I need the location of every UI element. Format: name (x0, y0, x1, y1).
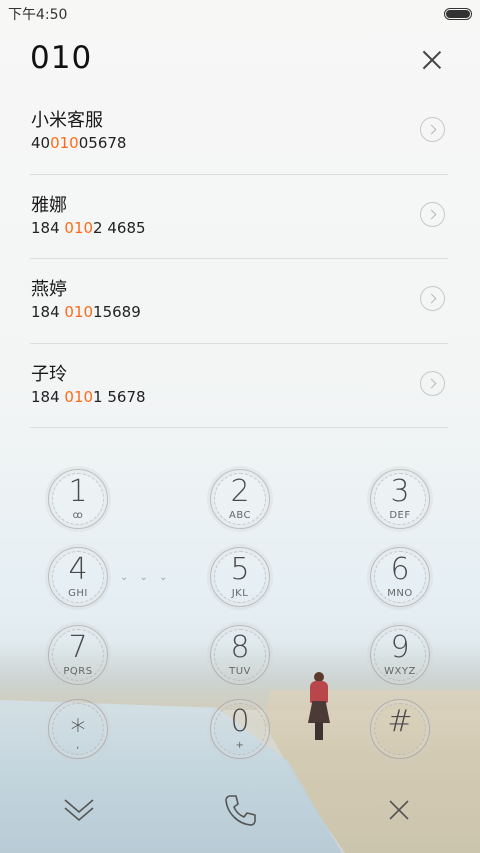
key-digit: 0 (230, 704, 250, 739)
call-button[interactable] (220, 790, 260, 830)
key-digit: 2 (230, 474, 250, 509)
contact-result-row[interactable]: 燕婷 184 01015689 (30, 259, 448, 344)
key-digit: 8 (230, 630, 250, 665)
key-letters: GHI (68, 588, 88, 599)
number-segment: 40 (31, 134, 51, 152)
key-digit-11[interactable]: # (370, 696, 430, 762)
contact-name: 燕婷 (31, 279, 67, 300)
key-letters: WXYZ (384, 666, 416, 677)
close-search-button[interactable] (414, 42, 450, 78)
contact-number: 184 0101 5678 (31, 388, 146, 406)
key-digit: 9 (390, 630, 410, 665)
key-digit-1[interactable]: 2 ABC (210, 466, 270, 532)
matched-digits: 010 (50, 134, 79, 152)
key-digit: ⁎ (70, 704, 86, 739)
key-digit-7[interactable]: 8 TUV (210, 622, 270, 688)
key-voicemail-icon[interactable]: 1ꝏ (48, 466, 108, 532)
contact-result-row[interactable]: 子玲 184 0101 5678 (30, 344, 448, 428)
key-letters: JKL (231, 588, 249, 599)
key-digit-6[interactable]: 7 PQRS (48, 622, 108, 688)
key-digit-2[interactable]: 3 DEF (370, 466, 430, 532)
phone-icon (225, 795, 256, 826)
status-bar: 下午4:50 (0, 0, 480, 28)
collapse-keypad-button[interactable] (59, 790, 99, 830)
key-digit: # (387, 704, 413, 739)
key-letters: ABC (228, 510, 251, 521)
key-digit-4[interactable]: 5 JKL (210, 544, 270, 610)
number-segment: 184 (31, 387, 65, 406)
contact-result-row[interactable]: 小米客服 4001005678 (30, 90, 448, 175)
key-digit: 7 (68, 630, 88, 665)
delete-digit-button[interactable] (379, 790, 419, 830)
dialer-action-bar (0, 780, 480, 840)
number-segment: 184 (31, 303, 65, 321)
close-icon (389, 800, 409, 820)
key-star-key[interactable]: ⁎, (48, 696, 108, 762)
matched-digits: 010 (64, 387, 94, 406)
contact-detail-chevron-icon[interactable] (420, 370, 445, 396)
key-letters: + (235, 740, 245, 751)
contact-detail-chevron-icon[interactable] (420, 286, 445, 311)
matched-digits: 010 (64, 303, 94, 321)
contact-number: 184 0102 4685 (31, 219, 146, 237)
double-chevron-down-icon (64, 799, 94, 822)
number-segment: 1 5678 (93, 387, 146, 406)
matched-digits: 010 (64, 218, 94, 237)
contact-number: 184 01015689 (31, 303, 141, 321)
key-digit: 3 (390, 474, 410, 509)
number-segment: 05678 (78, 134, 127, 152)
key-letters: TUV (229, 666, 251, 677)
status-time: 下午4:50 (8, 7, 68, 23)
key-letters: MNO (387, 588, 413, 599)
wallpaper-figure (308, 672, 330, 742)
search-results-list: 小米客服 4001005678 雅娜 184 0102 4685 燕婷 184 01015… (30, 90, 448, 428)
key-digit: 1 (68, 474, 88, 509)
key-digit-5[interactable]: 6 MNO (370, 544, 430, 610)
contact-name: 雅娜 (31, 194, 67, 216)
contact-detail-chevron-icon[interactable] (420, 117, 445, 142)
dialer-header: 010 (0, 30, 480, 94)
number-segment: 2 4685 (93, 218, 146, 237)
key-letters: , (76, 740, 80, 751)
key-letters: PQRS (63, 666, 93, 677)
contact-result-row[interactable]: 雅娜 184 0102 4685 (30, 175, 448, 259)
key-digit: 4 (68, 552, 88, 587)
contact-name: 小米客服 (31, 110, 103, 131)
key-letters: DEF (389, 510, 411, 521)
contact-detail-chevron-icon[interactable] (420, 201, 445, 227)
battery-icon (444, 8, 472, 20)
contact-name: 子玲 (31, 363, 67, 385)
number-segment: 184 (31, 218, 65, 237)
voicemail-icon: ꝏ (72, 510, 84, 521)
contact-number: 4001005678 (31, 134, 126, 152)
dialed-number-field[interactable]: 010 (30, 40, 92, 76)
number-segment: 15689 (93, 303, 141, 321)
key-digit: 6 (390, 552, 410, 587)
key-digit-3[interactable]: 4 GHI (48, 544, 108, 610)
key-digit-10[interactable]: 0 + (210, 696, 270, 762)
key-digit: 5 (230, 552, 250, 587)
key-digit-8[interactable]: 9 WXYZ (370, 622, 430, 688)
